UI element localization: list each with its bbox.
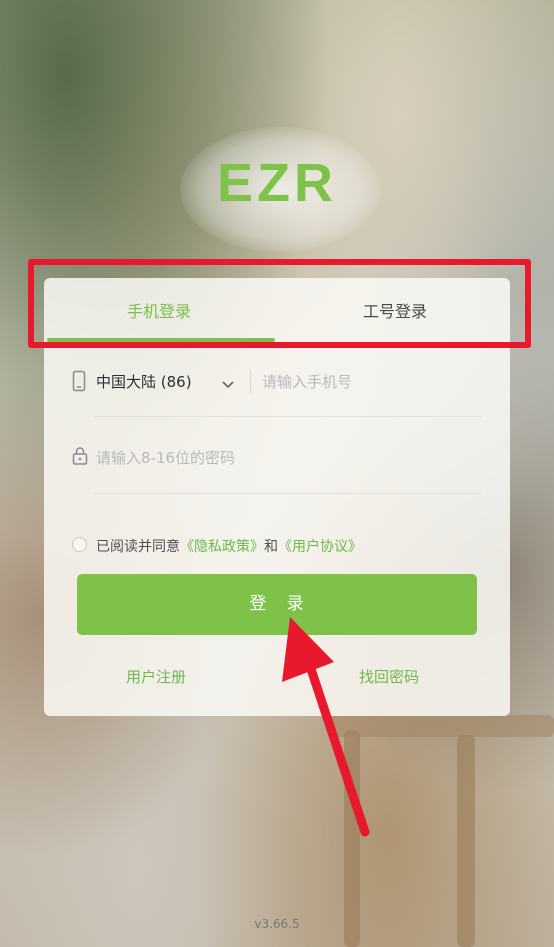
phone-icon	[72, 370, 90, 394]
privacy-policy-link[interactable]: 《隐私政策》	[180, 539, 264, 555]
password-underline	[94, 493, 482, 494]
app-logo: EZR	[217, 153, 337, 213]
lock-icon	[72, 446, 90, 470]
tab-highlight-annotation	[28, 259, 531, 348]
chevron-down-icon[interactable]	[222, 374, 234, 393]
forgot-password-link[interactable]: 找回密码	[359, 666, 419, 687]
phone-input[interactable]	[262, 370, 482, 394]
app-version: v3.66.5	[254, 917, 300, 931]
agreement-and: 和	[264, 539, 278, 555]
agreement-prefix: 已阅读并同意	[96, 539, 180, 555]
field-divider	[250, 370, 251, 394]
password-input[interactable]	[96, 446, 476, 470]
password-row	[72, 442, 482, 476]
phone-row: 中国大陆 (86)	[72, 366, 482, 400]
register-link[interactable]: 用户注册	[126, 666, 186, 687]
radio-unchecked-icon[interactable]	[72, 537, 87, 552]
phone-underline	[94, 416, 482, 417]
agreement-text: 已阅读并同意《隐私政策》和《用户协议》	[96, 536, 362, 556]
user-agreement-link[interactable]: 《用户协议》	[278, 539, 362, 555]
login-button[interactable]: 登 录	[77, 574, 477, 635]
country-code-selector[interactable]: 中国大陆 (86)	[96, 371, 192, 392]
